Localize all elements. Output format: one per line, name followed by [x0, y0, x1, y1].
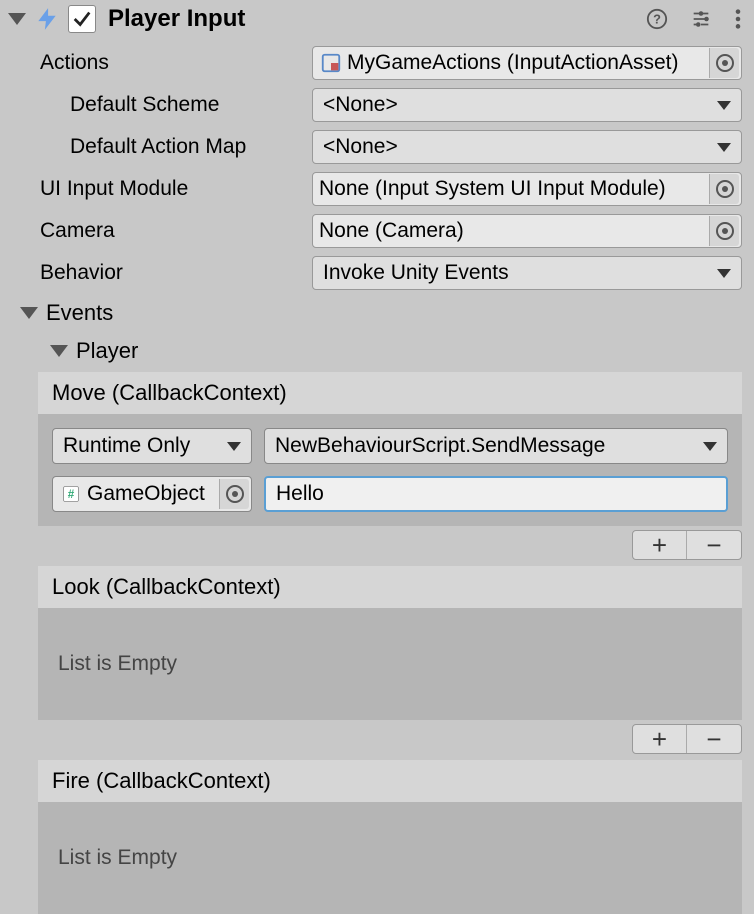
svg-text:?: ? [653, 12, 661, 27]
chevron-down-icon [717, 269, 731, 278]
move-target-picker-icon[interactable] [219, 479, 249, 509]
player-label: Player [76, 338, 138, 364]
camera-field[interactable]: None (Camera) [312, 214, 742, 248]
behavior-dropdown[interactable]: Invoke Unity Events [312, 256, 742, 290]
help-icon[interactable]: ? [646, 8, 668, 30]
events-label: Events [46, 300, 113, 326]
chevron-down-icon [717, 101, 731, 110]
ui-input-module-value: None (Input System UI Input Module) [319, 177, 705, 201]
foldout-icon [50, 345, 68, 357]
ui-input-module-label: UI Input Module [40, 177, 312, 201]
default-scheme-dropdown[interactable]: <None> [312, 88, 742, 122]
move-add-button[interactable]: + [633, 531, 687, 559]
actions-picker-icon[interactable] [709, 48, 739, 78]
default-scheme-value: <None> [323, 93, 717, 117]
ui-input-module-picker-icon[interactable] [709, 174, 739, 204]
behavior-label: Behavior [40, 261, 312, 285]
move-list-buttons: + − [632, 530, 742, 560]
chevron-down-icon [703, 442, 717, 451]
fire-empty-text: List is Empty [52, 816, 728, 900]
behavior-value: Invoke Unity Events [323, 261, 717, 285]
look-remove-button[interactable]: − [687, 725, 741, 753]
default-action-map-value: <None> [323, 135, 717, 159]
actions-label: Actions [40, 51, 312, 75]
look-add-button[interactable]: + [633, 725, 687, 753]
move-remove-button[interactable]: − [687, 531, 741, 559]
camera-label: Camera [40, 219, 312, 243]
look-empty-text: List is Empty [52, 622, 728, 706]
actions-value: MyGameActions (InputActionAsset) [347, 51, 705, 75]
enabled-checkbox[interactable] [68, 5, 96, 33]
camera-value: None (Camera) [319, 219, 705, 243]
default-action-map-dropdown[interactable]: <None> [312, 130, 742, 164]
input-asset-icon [319, 51, 343, 75]
component-foldout[interactable] [8, 13, 26, 25]
events-foldout[interactable]: Events [0, 294, 754, 332]
move-callstate-value: Runtime Only [63, 434, 219, 458]
actions-field[interactable]: MyGameActions (InputActionAsset) [312, 46, 742, 80]
preset-icon[interactable] [690, 8, 712, 30]
camera-picker-icon[interactable] [709, 216, 739, 246]
chevron-down-icon [227, 442, 241, 451]
move-target-value: GameObject [87, 482, 215, 506]
ui-input-module-field[interactable]: None (Input System UI Input Module) [312, 172, 742, 206]
default-scheme-label: Default Scheme [70, 93, 312, 117]
move-method-dropdown[interactable]: NewBehaviourScript.SendMessage [264, 428, 728, 464]
script-icon: # [59, 482, 83, 506]
chevron-down-icon [717, 143, 731, 152]
svg-text:#: # [68, 488, 75, 501]
more-icon[interactable] [734, 8, 742, 30]
move-event-header: Move (CallbackContext) [38, 372, 742, 414]
move-argument-input[interactable] [264, 476, 728, 512]
move-target-field[interactable]: # GameObject [52, 476, 252, 512]
default-action-map-label: Default Action Map [70, 135, 312, 159]
player-input-icon [32, 4, 62, 34]
foldout-icon [20, 307, 38, 319]
move-method-value: NewBehaviourScript.SendMessage [275, 434, 695, 458]
fire-event-header: Fire (CallbackContext) [38, 760, 742, 802]
look-list-buttons: + − [632, 724, 742, 754]
player-foldout[interactable]: Player [0, 332, 754, 370]
look-event-header: Look (CallbackContext) [38, 566, 742, 608]
component-title: Player Input [108, 5, 640, 33]
move-callstate-dropdown[interactable]: Runtime Only [52, 428, 252, 464]
